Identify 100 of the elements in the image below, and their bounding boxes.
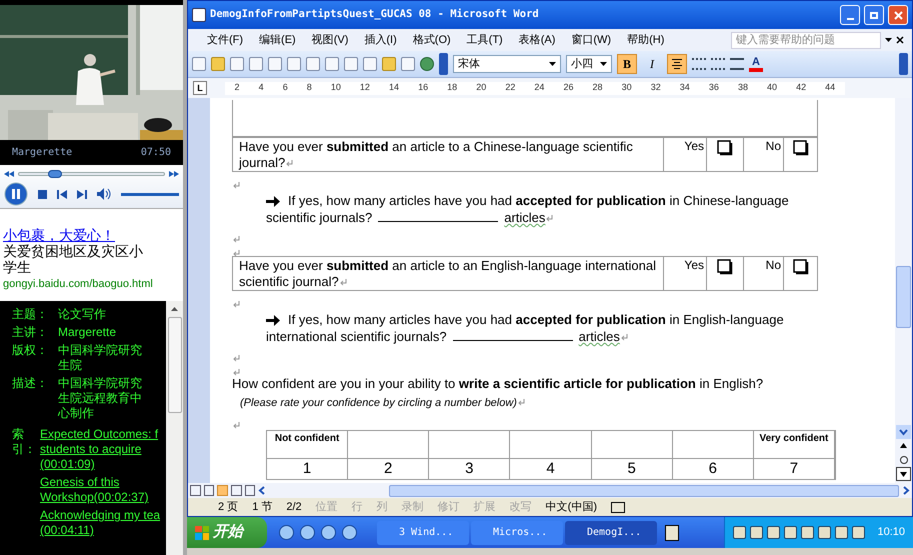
font-size-field[interactable]: 小四 — [566, 55, 612, 73]
seek-thumb[interactable] — [48, 170, 62, 178]
status-item: 录制 — [402, 500, 424, 515]
bulleted-list-icon[interactable] — [711, 58, 725, 70]
ruler-number: 14 — [389, 81, 400, 94]
index-link[interactable]: Expected Outcomes: f students to acquire (00:01:09) — [40, 427, 160, 472]
next-page-icon[interactable] — [896, 467, 911, 481]
bold-button[interactable]: B — [617, 54, 637, 74]
menu-item[interactable]: 帮助(H) — [620, 32, 672, 48]
index-link[interactable]: Acknowledging my tea (00:04:11) — [40, 508, 160, 538]
close-icon — [894, 10, 902, 20]
followup-text: If yes, how many articles have you had accepted for publication in English-language international scientific journals? articles — [266, 311, 785, 345]
status-item: 扩展 — [474, 500, 496, 515]
status-item: 列 — [376, 500, 388, 515]
volume-fill[interactable] — [121, 192, 179, 196]
help-search-field[interactable]: 键入需要帮助的问题 — [731, 32, 881, 48]
ruler-number: 26 — [563, 81, 574, 94]
taskbar-button[interactable]: Micros... — [471, 520, 563, 544]
paragraph-mark-icon — [286, 160, 294, 168]
ad-url[interactable]: gongyi.baidu.com/baoguo.html — [3, 275, 180, 293]
status-item: 位置 — [316, 500, 338, 515]
next-icon[interactable] — [77, 190, 87, 198]
index-link[interactable]: Genesis of this Workshop(00:02:37) — [40, 475, 160, 505]
numbered-list-icon[interactable] — [692, 58, 706, 70]
close-button[interactable] — [888, 5, 908, 25]
menu-item[interactable]: 工具(T) — [460, 32, 510, 48]
status-item: 2/2 — [286, 500, 302, 515]
scale-number: 6 — [672, 459, 754, 479]
paragraph-mark-icon — [620, 334, 628, 342]
browse-object-icon[interactable] — [900, 456, 908, 464]
app-icon[interactable] — [665, 524, 679, 540]
scroll-left-icon[interactable] — [258, 486, 266, 495]
scrollbar[interactable] — [166, 301, 183, 555]
minimize-button[interactable] — [840, 5, 860, 25]
font-field[interactable]: 宋体 — [453, 55, 561, 73]
scroll-down-icon[interactable] — [896, 425, 911, 439]
ruler-number: 6 — [282, 81, 288, 94]
menu-item[interactable]: 文件(F) — [200, 32, 250, 48]
info-value: 中国科学院研究生院远程教育中心制作 — [58, 376, 143, 421]
scale-header: Very confident — [754, 431, 835, 459]
seek-bar[interactable] — [18, 172, 165, 176]
scroll-up-icon[interactable] — [171, 307, 178, 311]
scroll-thumb[interactable] — [168, 317, 182, 413]
status-item: 行 — [352, 500, 363, 515]
ruler-number: 28 — [592, 81, 603, 94]
paragraph-mark-icon — [233, 236, 240, 244]
checkbox-icon — [792, 259, 808, 275]
previous-icon[interactable] — [57, 190, 67, 198]
stop-icon[interactable] — [38, 190, 47, 198]
scroll-right-icon[interactable] — [902, 486, 910, 495]
scale-number: 5 — [592, 459, 673, 479]
help-dropdown-icon[interactable] — [885, 38, 892, 42]
paragraph-mark-icon — [340, 279, 347, 286]
indent-icon[interactable] — [730, 58, 744, 70]
ruler-number: 16 — [418, 81, 428, 94]
suffix-text: articles — [504, 210, 546, 225]
ruler-number: 38 — [738, 81, 748, 94]
ruler-number: 2 — [234, 81, 240, 94]
taskbar-button[interactable]: 3 Wind... — [377, 520, 469, 544]
ruler-number: 12 — [360, 81, 370, 94]
caption-text: Margerette — [12, 146, 72, 160]
index-label: 索引： — [12, 427, 37, 458]
fast-forward-icon[interactable] — [169, 171, 179, 177]
scroll-thumb[interactable] — [896, 266, 911, 328]
menu-item[interactable]: 插入(I) — [357, 32, 404, 48]
checkbox-icon — [792, 140, 808, 156]
horizontal-scroll-thumb[interactable] — [388, 484, 900, 496]
restore-button[interactable] — [864, 5, 884, 25]
ad-link[interactable]: 小包裹，大爱心！ — [3, 227, 180, 243]
tab-selector-icon[interactable]: L — [193, 81, 207, 95]
paragraph-mark-icon — [233, 182, 240, 190]
window-title: DemogInfoFromPartiptsQuest_GUCAS 08 - Microsoft Word — [210, 7, 540, 22]
rewind-icon[interactable] — [4, 171, 14, 177]
dropdown-arrow-icon — [549, 62, 556, 66]
close-help-icon[interactable] — [896, 36, 904, 44]
status-item: 改写 — [510, 500, 532, 515]
taskbar-button[interactable]: DemogI... — [565, 520, 657, 544]
globe-icon[interactable] — [420, 57, 434, 71]
menu-item[interactable]: 表格(A) — [512, 32, 562, 48]
pause-button[interactable] — [4, 182, 28, 206]
vertical-scrollbar[interactable] — [895, 98, 912, 483]
menu-item[interactable]: 视图(V) — [304, 32, 356, 48]
menu-item[interactable]: 编辑(E) — [252, 32, 303, 48]
paragraph-mark-icon — [233, 422, 240, 430]
word-icon — [192, 8, 206, 22]
volume-icon[interactable] — [97, 188, 111, 200]
menu-item[interactable]: 窗口(W) — [564, 32, 618, 48]
scale-number: 3 — [429, 459, 510, 479]
ruler-number: 30 — [622, 81, 632, 94]
ruler-number: 42 — [796, 81, 806, 94]
ruler-number: 4 — [258, 81, 264, 94]
italic-button[interactable]: I — [642, 54, 662, 74]
checkbox-icon — [717, 259, 733, 275]
center-align-icon[interactable] — [667, 54, 687, 74]
ruler-number: 36 — [708, 81, 719, 94]
status-item: 1 节 — [252, 500, 272, 515]
menu-item[interactable]: 格式(O) — [406, 32, 458, 48]
paragraph-mark-icon — [233, 355, 240, 362]
suffix-text: articles — [578, 329, 620, 344]
status-item: 2 页 — [218, 500, 238, 515]
